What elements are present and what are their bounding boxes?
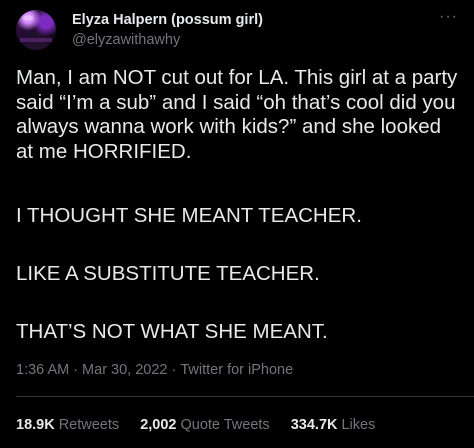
tweet-source[interactable]: Twitter for iPhone <box>180 362 293 378</box>
tweet-paragraph: THAT’S NOT WHAT SHE MEANT. <box>16 320 328 343</box>
avatar[interactable] <box>16 10 56 50</box>
quote-tweets-label: Quote Tweets <box>180 417 270 433</box>
tweet-paragraph: Man, I am NOT cut out for LA. This girl … <box>16 66 458 163</box>
author-display-name[interactable]: Elyza Halpern (possum girl) <box>72 12 263 28</box>
retweets-stat[interactable]: 18.9K Retweets <box>16 417 119 433</box>
meta-separator: · <box>171 362 177 378</box>
tweet-header: Elyza Halpern (possum girl) @elyzawithaw… <box>16 9 458 50</box>
meta-separator: · <box>73 362 79 378</box>
tweet-paragraph: LIKE A SUBSTITUTE TEACHER. <box>16 262 320 285</box>
author-handle[interactable]: @elyzawithawhy <box>72 32 180 48</box>
tweet-time[interactable]: 1:36 AM <box>16 362 69 378</box>
likes-count: 334.7K <box>290 417 338 433</box>
tweet-date[interactable]: Mar 30, 2022 <box>82 362 167 378</box>
likes-label: Likes <box>341 417 376 433</box>
quote-tweets-count: 2,002 <box>140 417 177 433</box>
divider <box>16 396 474 397</box>
tweet-paragraph: I THOUGHT SHE MEANT TEACHER. <box>16 204 362 227</box>
tweet-metadata: 1:36 AM · Mar 30, 2022 · Twitter for iPhone <box>16 362 293 378</box>
avatar-highlight <box>23 15 33 21</box>
retweets-label: Retweets <box>58 417 120 433</box>
retweets-count: 18.9K <box>16 417 55 433</box>
avatar-detail <box>20 38 52 42</box>
more-horizontal-icon[interactable]: ··· <box>439 9 458 25</box>
quote-tweets-stat[interactable]: 2,002 Quote Tweets <box>140 417 270 433</box>
likes-stat[interactable]: 334.7K Likes <box>291 417 376 433</box>
engagement-stats: 18.9K Retweets 2,002 Quote Tweets 334.7K Li… <box>16 417 392 433</box>
